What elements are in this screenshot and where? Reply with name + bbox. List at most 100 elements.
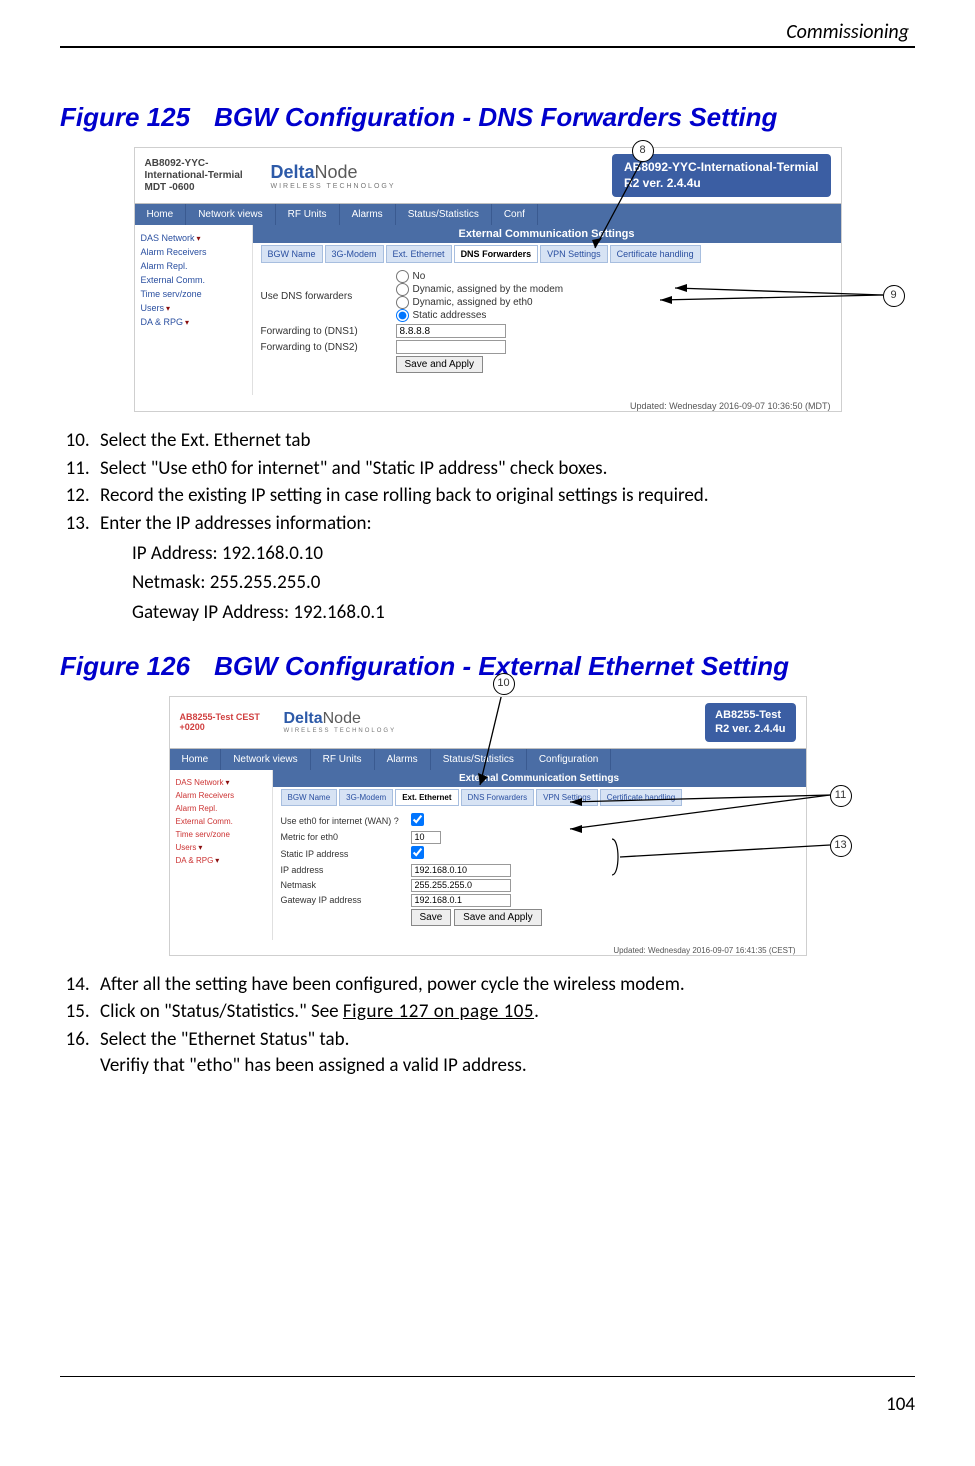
tab[interactable]: Ext. Ethernet — [386, 245, 452, 263]
fwd2-label: Forwarding to (DNS2) — [261, 342, 396, 353]
nav-item[interactable]: Home — [170, 749, 222, 770]
figure-126-wrap: AB8255-Test CEST +0200 DeltaNode Wireles… — [60, 696, 915, 956]
sidebar: DAS NetworkAlarm ReceiversAlarm Repl.Ext… — [170, 770, 273, 940]
nav-item[interactable]: Alarms — [340, 204, 396, 225]
nav-item[interactable]: Network views — [186, 204, 275, 225]
step-item: After all the setting have been configur… — [94, 972, 915, 998]
dns-radio[interactable] — [396, 270, 409, 283]
sidebar-item[interactable]: DAS Network — [176, 776, 266, 789]
sidebar-item[interactable]: Time serv/zone — [141, 287, 246, 301]
tab[interactable]: VPN Settings — [540, 245, 608, 263]
screenshot-dns-forwarders: AB8092-YYC-International-Termial MDT -06… — [134, 147, 842, 412]
sidebar-item[interactable]: External Comm. — [176, 815, 266, 828]
main-nav: HomeNetwork viewsRF UnitsAlarmsStatus/St… — [170, 749, 806, 770]
dns-radio[interactable] — [396, 309, 409, 322]
step-item: Click on "Status/Statistics." See Figure… — [94, 999, 915, 1025]
page-number: 104 — [886, 1393, 915, 1416]
steps-a-sub: IP Address: 192.168.0.10Netmask: 255.255… — [60, 539, 915, 627]
sidebar-item[interactable]: DA & RPG — [176, 854, 266, 867]
figure-xref[interactable]: Figure 127 on page 105 — [343, 1000, 534, 1023]
nav-item[interactable]: Configuration — [527, 749, 611, 770]
fwd1-label: Forwarding to (DNS1) — [261, 326, 396, 337]
step-sub-item: Gateway IP Address: 192.168.0.1 — [132, 598, 915, 627]
brand-logo: DeltaNode Wireless Technology — [255, 162, 412, 190]
tab[interactable]: Certificate handling — [600, 789, 682, 806]
gateway-input[interactable] — [411, 894, 511, 907]
step-item: Enter the IP addresses information: — [94, 511, 915, 537]
tab[interactable]: Certificate handling — [610, 245, 701, 263]
tab[interactable]: BGW Name — [281, 789, 338, 806]
steps-list-a: Select the Ext. Ethernet tabSelect "Use … — [60, 428, 915, 537]
dns-radio[interactable] — [396, 283, 409, 296]
badge-line2: R2 ver. 2.4.4u — [624, 176, 819, 192]
steps-list-b: After all the setting have been configur… — [60, 972, 915, 1079]
tab[interactable]: BGW Name — [261, 245, 323, 263]
nav-item[interactable]: Home — [135, 204, 187, 225]
save-button[interactable]: Save — [411, 909, 452, 926]
callout-13: 13 — [830, 835, 852, 857]
gateway-label: Gateway IP address — [281, 895, 411, 905]
app-header: AB8092-YYC-International-Termial MDT -06… — [135, 148, 841, 204]
tab[interactable]: VPN Settings — [536, 789, 598, 806]
static-ip-label: Static IP address — [281, 849, 411, 859]
running-head: Commissioning — [60, 20, 915, 44]
use-eth0-checkbox[interactable] — [411, 813, 424, 826]
metric-label: Metric for eth0 — [281, 832, 411, 842]
device-badge: AB8255-Test R2 ver. 2.4.4u — [705, 703, 795, 742]
figure-125-title: Figure 125BGW Configuration - DNS Forwar… — [60, 102, 915, 133]
footer-rule — [60, 1376, 915, 1377]
sidebar-item[interactable]: Time serv/zone — [176, 828, 266, 841]
netmask-input[interactable] — [411, 879, 511, 892]
nav-item[interactable]: RF Units — [311, 749, 375, 770]
section-title: External Communication Settings — [253, 225, 841, 243]
ip-input[interactable] — [411, 864, 511, 877]
brand-subtitle: Wireless Technology — [284, 728, 397, 734]
header-rule — [60, 46, 915, 48]
dns-radio-label: No — [413, 271, 426, 282]
nav-item[interactable]: Status/Statistics — [396, 204, 492, 225]
badge-line1: AB8255-Test — [715, 708, 785, 722]
tab[interactable]: Ext. Ethernet — [395, 789, 458, 806]
sidebar-item[interactable]: Users — [176, 841, 266, 854]
tab[interactable]: 3G-Modem — [339, 789, 393, 806]
brand-subtitle: Wireless Technology — [271, 183, 396, 190]
nav-item[interactable]: Alarms — [375, 749, 431, 770]
sidebar-item[interactable]: DA & RPG — [141, 315, 246, 329]
step-item: Select "Use eth0 for internet" and "Stat… — [94, 456, 915, 482]
netmask-label: Netmask — [281, 880, 411, 890]
nav-item[interactable]: Conf — [492, 204, 538, 225]
nav-item[interactable]: RF Units — [276, 204, 340, 225]
main-nav: HomeNetwork viewsRF UnitsAlarmsStatus/St… — [135, 204, 841, 225]
metric-input[interactable] — [411, 831, 441, 844]
updated-timestamp: Updated: Wednesday 2016-09-07 16:41:35 (… — [170, 940, 806, 955]
fwd1-input[interactable] — [396, 324, 506, 338]
tab[interactable]: 3G-Modem — [325, 245, 384, 263]
sidebar-item[interactable]: External Comm. — [141, 273, 246, 287]
nav-item[interactable]: Network views — [221, 749, 310, 770]
sidebar-item[interactable]: Users — [141, 301, 246, 315]
main-panel: External Communication Settings BGW Name… — [273, 770, 806, 940]
save-apply-button[interactable]: Save and Apply — [454, 909, 542, 926]
callout-8: 8 — [632, 140, 654, 162]
figure-126-title: Figure 126BGW Configuration - External E… — [60, 651, 915, 682]
save-apply-button[interactable]: Save and Apply — [396, 356, 484, 373]
sidebar-item[interactable]: DAS Network — [141, 231, 246, 245]
nav-item[interactable]: Status/Statistics — [431, 749, 527, 770]
sidebar-item[interactable]: Alarm Repl. — [141, 259, 246, 273]
sidebar-item[interactable]: Alarm Receivers — [176, 789, 266, 802]
tab[interactable]: DNS Forwarders — [461, 789, 535, 806]
dns-radio-label: Dynamic, assigned by eth0 — [413, 297, 533, 308]
updated-timestamp: Updated: Wednesday 2016-09-07 10:36:50 (… — [135, 395, 841, 411]
badge-line1: AB8092-YYC-International-Termial — [624, 160, 819, 176]
static-ip-checkbox[interactable] — [411, 846, 424, 859]
tab[interactable]: DNS Forwarders — [454, 245, 539, 263]
dns-radio[interactable] — [396, 296, 409, 309]
dns-radio-label: Dynamic, assigned by the modem — [413, 284, 564, 295]
step-sub-item: IP Address: 192.168.0.10 — [132, 539, 915, 568]
sidebar-item[interactable]: Alarm Repl. — [176, 802, 266, 815]
section-title: External Communication Settings — [273, 770, 806, 787]
sidebar-item[interactable]: Alarm Receivers — [141, 245, 246, 259]
tab-row: BGW Name3G-ModemExt. EthernetDNS Forward… — [281, 789, 798, 806]
fwd2-input[interactable] — [396, 340, 506, 354]
step-item: Select the Ext. Ethernet tab — [94, 428, 915, 454]
